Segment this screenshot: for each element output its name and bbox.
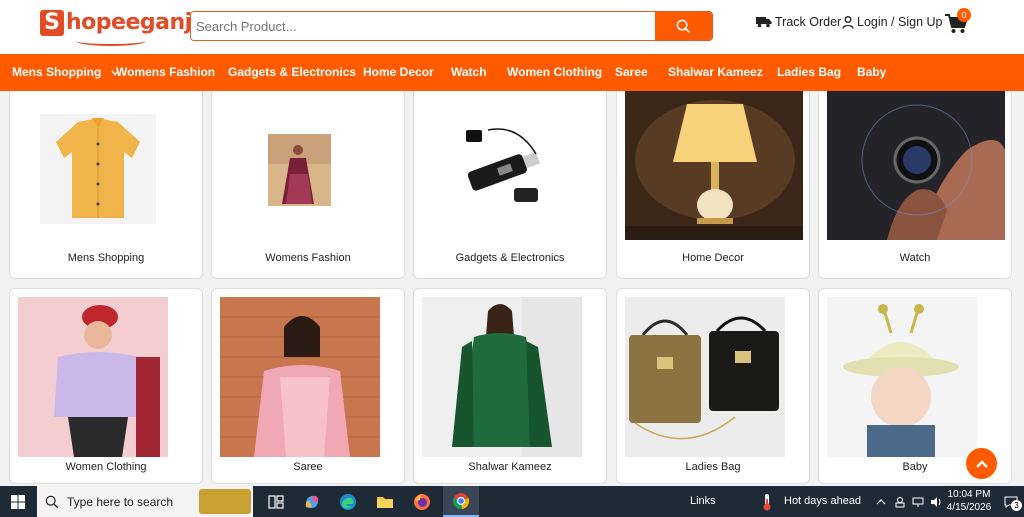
login-signup-link[interactable]: Login / Sign Up — [842, 15, 942, 29]
task-view-icon[interactable] — [258, 486, 294, 517]
category-grid: Mens Shopping Womens Fashion Gadgets & E… — [0, 91, 1024, 486]
notification-center-icon[interactable]: 3 — [998, 486, 1024, 517]
search-highlight-image — [199, 489, 251, 514]
category-image-gadgets-electronics — [458, 124, 550, 208]
category-card-saree[interactable]: Saree — [211, 288, 405, 484]
firefox-icon[interactable] — [404, 486, 440, 517]
category-image-women-clothing — [18, 297, 168, 457]
category-label: Saree — [293, 461, 323, 473]
windows-taskbar: Type here to search Links Hot days ahead… — [0, 486, 1024, 517]
clock-time: 10:04 PM — [947, 489, 991, 500]
category-card-shalwar-kameez[interactable]: Shalwar Kameez — [413, 288, 607, 484]
category-image-baby — [827, 297, 977, 457]
nav-item-label: Mens Shopping — [12, 65, 102, 79]
nav-item-watch[interactable]: Watch — [451, 54, 487, 91]
notification-count-badge: 3 — [1011, 500, 1022, 511]
nav-item-home-decor[interactable]: Home Decor — [363, 54, 434, 91]
category-image-womens-fashion — [268, 134, 331, 206]
nav-item-womens-fashion[interactable]: Womens Fashion — [116, 54, 215, 91]
category-label: Shalwar Kameez — [468, 461, 552, 473]
category-card-women-clothing[interactable]: Women Clothing — [9, 288, 203, 484]
weather-label[interactable]: Hot days ahead — [784, 486, 861, 517]
network-icon[interactable] — [909, 486, 927, 517]
chrome-icon[interactable] — [443, 486, 479, 517]
nav-item-gadgets-electronics[interactable]: Gadgets & Electronics — [228, 54, 356, 91]
category-image-saree — [220, 297, 380, 457]
search-icon — [45, 495, 59, 508]
nav-item-ladies-bag[interactable]: Ladies Bag — [777, 54, 841, 91]
category-card-womens-fashion[interactable]: Womens Fashion — [211, 91, 405, 279]
category-image-mens-shopping — [40, 114, 156, 224]
volume-icon[interactable] — [927, 486, 945, 517]
site-header: S hopeeganj Track Order Login / Sign Up … — [0, 0, 1024, 54]
category-image-home-decor — [625, 91, 803, 240]
chevron-up-icon[interactable] — [872, 486, 890, 517]
clock-date: 4/15/2026 — [946, 502, 992, 513]
taskbar-search-placeholder: Type here to search — [67, 494, 174, 509]
category-label: Ladies Bag — [685, 461, 741, 473]
cart-count-badge: 0 — [957, 8, 971, 22]
search-input[interactable] — [191, 12, 656, 40]
nav-item-baby[interactable]: Baby — [857, 54, 886, 91]
category-label: Womens Fashion — [265, 252, 351, 264]
truck-icon — [756, 17, 772, 28]
track-order-label: Track Order — [775, 15, 842, 29]
login-label: Login / Sign Up — [857, 15, 943, 29]
logo-smile-decoration — [76, 36, 146, 46]
category-label: Watch — [899, 252, 931, 264]
category-card-watch[interactable]: Watch — [818, 91, 1012, 279]
chevron-up-icon — [975, 459, 988, 468]
track-order-link[interactable]: Track Order — [756, 15, 841, 29]
category-card-ladies-bag[interactable]: Ladies Bag — [616, 288, 810, 484]
file-explorer-icon[interactable] — [367, 486, 403, 517]
category-image-shalwar-kameez — [422, 297, 582, 457]
category-nav: Mens Shopping Womens Fashion Gadgets & E… — [0, 54, 1024, 91]
category-label: Women Clothing — [65, 461, 147, 473]
meet-now-icon[interactable] — [891, 486, 909, 517]
category-image-ladies-bag — [625, 297, 785, 457]
category-label: Mens Shopping — [67, 252, 145, 264]
copilot-icon[interactable] — [294, 486, 330, 517]
thermometer-icon — [756, 486, 778, 517]
category-label: Gadgets & Electronics — [455, 252, 565, 264]
search-bar — [190, 11, 713, 41]
logo-letter: S — [40, 10, 64, 36]
user-icon — [842, 15, 854, 29]
nav-item-women-clothing[interactable]: Women Clothing — [507, 54, 602, 91]
logo-text: hopeeganj — [66, 10, 192, 35]
category-label: Home Decor — [682, 252, 744, 264]
category-card-gadgets-electronics[interactable]: Gadgets & Electronics — [413, 91, 607, 279]
start-button[interactable] — [0, 486, 36, 517]
taskbar-clock[interactable]: 10:04 PM 4/15/2026 — [946, 488, 992, 514]
category-card-home-decor[interactable]: Home Decor — [616, 91, 810, 279]
search-button[interactable] — [655, 12, 712, 40]
category-card-mens-shopping[interactable]: Mens Shopping — [9, 91, 203, 279]
windows-logo-icon — [11, 494, 25, 509]
site-logo[interactable]: S hopeeganj — [40, 8, 192, 46]
taskbar-links-label[interactable]: Links — [690, 486, 716, 517]
nav-item-mens-shopping[interactable]: Mens Shopping — [12, 54, 119, 91]
search-icon — [676, 19, 691, 33]
edge-browser-icon[interactable] — [330, 486, 366, 517]
nav-item-saree[interactable]: Saree — [615, 54, 648, 91]
category-image-watch — [827, 91, 1005, 240]
taskbar-search-box[interactable]: Type here to search — [37, 486, 253, 517]
nav-item-shalwar-kameez[interactable]: Shalwar Kameez — [668, 54, 763, 91]
scroll-to-top-button[interactable] — [966, 448, 997, 479]
